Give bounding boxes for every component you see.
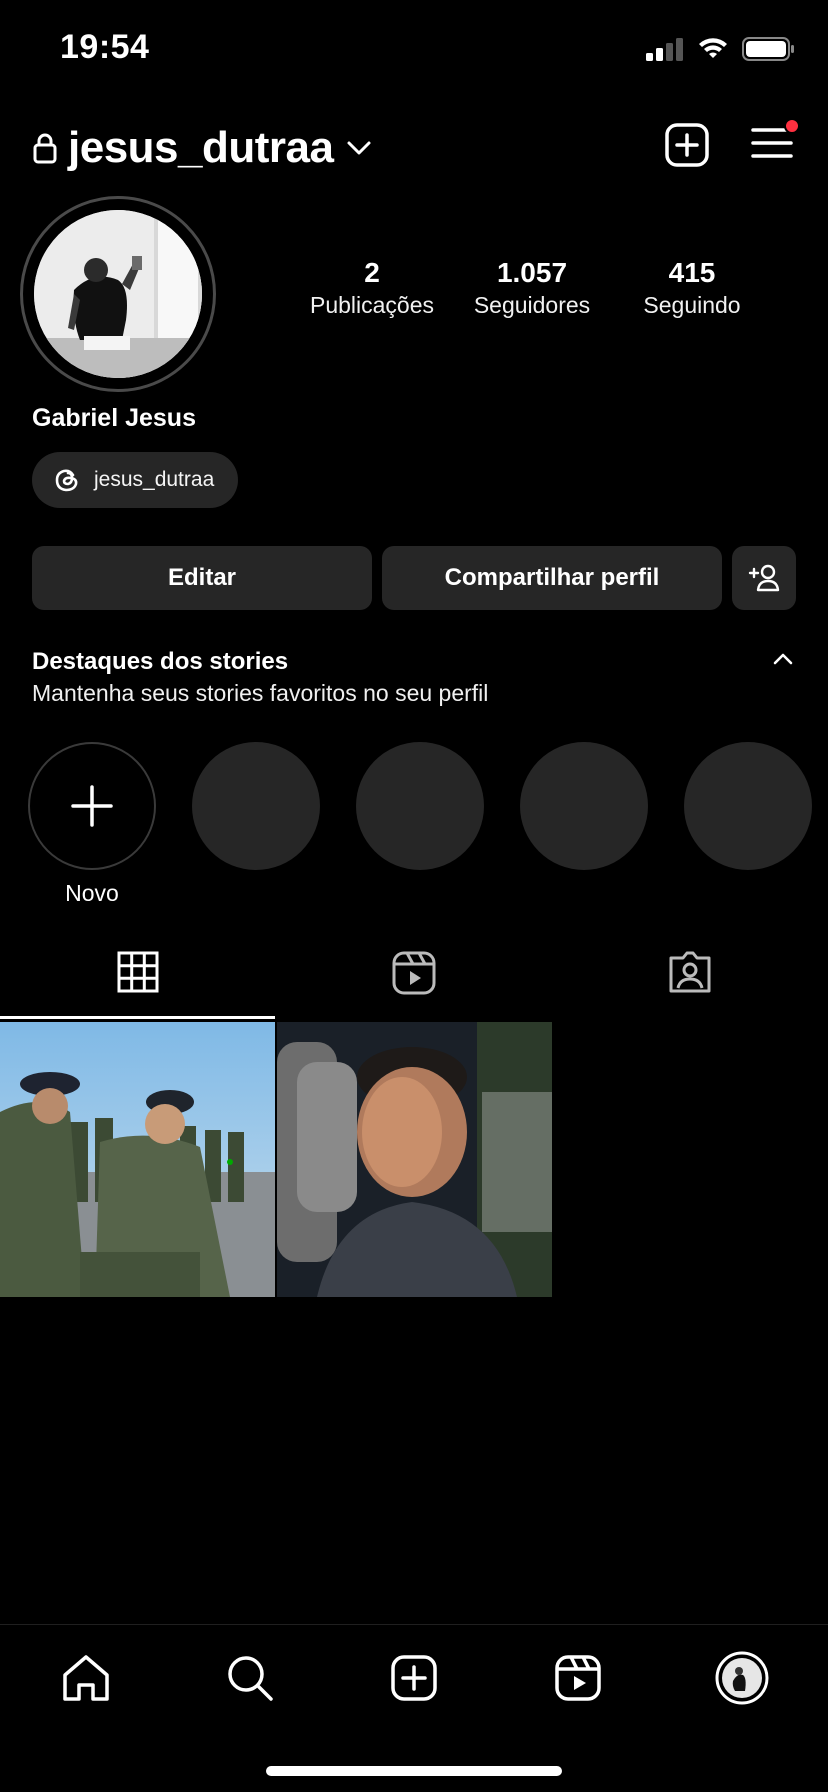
tagged-icon [669,951,711,993]
tab-tagged[interactable] [552,950,828,994]
stat-followers-number: 1.057 [496,257,568,288]
new-highlight-label: Novo [65,880,119,906]
highlights-subtitle: Mantenha seus stories favoritos no seu p… [32,680,489,706]
highlight-placeholder [520,742,648,870]
menu-button[interactable] [750,117,800,167]
post-thumbnail[interactable] [277,1022,552,1297]
discover-people-button[interactable] [732,546,796,610]
reels-icon [555,1655,601,1701]
share-profile-button[interactable]: Compartilhar perfil [382,546,722,610]
highlight-placeholder [192,742,320,870]
stat-following-number: 415 [668,257,716,288]
profile-header[interactable]: jesus_dutraa [32,118,373,178]
profile-avatar-ring[interactable] [20,196,216,392]
lock-icon [33,133,57,164]
create-icon [391,1655,437,1701]
status-icons [644,36,796,62]
home-icon [63,1655,109,1701]
stat-posts-number: 2 [364,257,380,288]
profile-avatar[interactable] [34,210,202,378]
chevron-down-icon[interactable] [345,138,373,158]
nav-profile[interactable] [712,1648,772,1708]
highlight-placeholder [356,742,484,870]
stat-following-label: Seguindo [643,292,741,318]
username[interactable]: jesus_dutraa [68,123,334,173]
nav-create[interactable] [384,1648,444,1708]
bottom-nav-divider [0,1624,828,1625]
wifi-icon [699,38,727,58]
status-time: 19:54 [60,28,150,66]
nav-home[interactable] [56,1648,116,1708]
signal-icon [646,38,683,61]
stat-posts[interactable]: 2 Publicações [292,256,452,320]
stat-posts-label: Publicações [309,292,435,318]
grid-icon [117,951,159,993]
search-icon [228,1656,273,1701]
chevron-up-icon[interactable] [772,652,794,666]
nav-reels[interactable] [548,1648,608,1708]
post-thumbnail[interactable] [0,1022,275,1297]
stat-followers[interactable]: 1.057 Seguidores [452,256,612,320]
new-highlight-button[interactable] [28,742,156,870]
plus-icon [71,785,113,827]
profile-avatar [715,1651,769,1705]
header-actions [664,117,800,168]
edit-profile-button[interactable]: Editar [32,546,372,610]
threads-badge[interactable]: jesus_dutraa [32,452,238,508]
battery-icon [742,37,794,61]
highlights-title: Destaques dos stories [32,648,289,675]
tab-reels[interactable] [276,950,552,996]
nav-search[interactable] [220,1648,280,1708]
stat-followers-label: Seguidores [473,292,591,318]
tab-posts-grid[interactable] [0,950,276,994]
threads-handle: jesus_dutraa [94,468,215,491]
profile-full-name: Gabriel Jesus [32,404,196,432]
reels-icon [392,951,436,995]
stat-following[interactable]: 415 Seguindo [612,256,772,320]
home-indicator [266,1766,562,1776]
highlight-placeholder [684,742,812,870]
notification-dot [784,117,800,134]
active-tab-indicator [0,1016,275,1019]
threads-icon [55,469,78,492]
plus-square-icon[interactable] [664,122,710,168]
add-person-icon [748,564,780,592]
